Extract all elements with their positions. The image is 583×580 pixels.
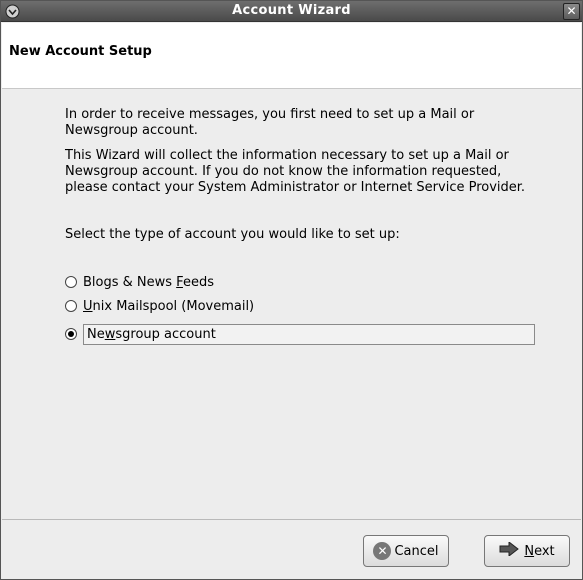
radio-unix-mailspool[interactable]: Unix Mailspool (Movemail) — [65, 296, 254, 316]
radio-button[interactable] — [65, 300, 77, 312]
select-prompt: Select the type of account you would lik… — [65, 227, 400, 242]
radio-button-selected[interactable] — [65, 328, 77, 340]
radio-blogs-news-feeds[interactable]: Blogs & News Feeds — [65, 272, 214, 292]
close-icon[interactable]: ✕ — [563, 3, 580, 20]
radio-label[interactable]: Unix Mailspool (Movemail) — [83, 299, 254, 314]
radio-button[interactable] — [65, 276, 77, 288]
radio-label[interactable]: Newsgroup account — [83, 323, 535, 345]
intro-text: In order to receive messages, you first … — [65, 107, 475, 138]
arrow-right-icon — [499, 540, 520, 560]
radio-newsgroup-account[interactable]: Newsgroup account — [65, 323, 535, 345]
button-separator — [2, 519, 581, 520]
next-label: Next — [524, 543, 555, 559]
cancel-icon: ✕ — [373, 542, 392, 560]
page-title: New Account Setup — [9, 44, 152, 59]
info-text: This Wizard will collect the information… — [65, 148, 526, 195]
cancel-button[interactable]: ✕ Cancel — [363, 535, 449, 567]
wizard-header: New Account Setup — [2, 23, 581, 89]
window-title: Account Wizard — [232, 3, 351, 18]
wizard-content: In order to receive messages, you first … — [1, 90, 582, 518]
cancel-label: Cancel — [394, 543, 439, 559]
next-button[interactable]: Next — [484, 535, 570, 567]
account-wizard-window: Account Wizard ✕ New Account Setup In or… — [0, 0, 583, 580]
titlebar[interactable]: Account Wizard ✕ — [1, 1, 582, 22]
radio-label[interactable]: Blogs & News Feeds — [83, 275, 214, 290]
